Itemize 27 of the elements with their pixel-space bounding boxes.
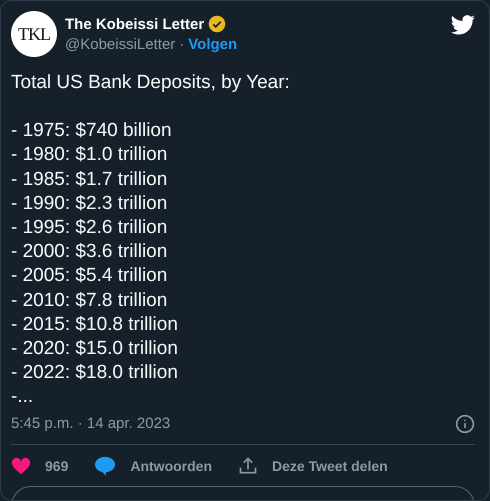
share-button[interactable]: Deze Tweet delen <box>238 456 388 476</box>
tweet-text-line: - 2010: $7.8 trillion <box>11 288 168 313</box>
follow-link[interactable]: Volgen <box>188 36 238 53</box>
avatar[interactable]: TKL <box>11 11 57 57</box>
separator: · <box>179 36 184 53</box>
tweet-text-line: - 1980: $1.0 trillion <box>11 143 168 168</box>
heart-icon <box>11 456 31 475</box>
tweet-text-line: - 2005: $5.4 trillion <box>11 264 168 288</box>
speech-bubble-icon <box>94 456 116 476</box>
author-name[interactable]: The Kobeissi Letter <box>65 16 204 32</box>
tweet-text-line: -... <box>11 385 34 410</box>
tweet-text-line: - 1975: $740 billion <box>11 119 173 144</box>
tweet-text-line: - 1990: $2.3 trillion <box>11 192 168 216</box>
like-button[interactable]: 969 <box>11 456 68 475</box>
tweet-text-line: - 2015: $10.8 trillion <box>11 312 179 337</box>
bird-icon[interactable] <box>451 15 475 35</box>
reply-button[interactable]: Antwoorden <box>94 456 212 476</box>
tweet-title: Total US Bank Deposits, by Year: <box>11 71 291 95</box>
tweet-text-line: - 1985: $1.7 trillion <box>11 168 168 192</box>
timestamp[interactable]: 5:45 p.m. · 14 apr. 2023 <box>11 415 170 432</box>
tweet-text-line: - 2022: $18.0 trillion <box>11 361 179 386</box>
tweet-text-line: - 1995: $2.6 trillion <box>11 216 168 240</box>
tweet-text-line: - 2000: $3.6 trillion <box>11 240 168 264</box>
tweet-text-line: - 2020: $15.0 trillion <box>11 337 179 362</box>
author-handle[interactable]: @KobeissiLetter <box>65 36 176 53</box>
share-icon <box>238 456 258 476</box>
info-icon[interactable] <box>455 414 475 434</box>
